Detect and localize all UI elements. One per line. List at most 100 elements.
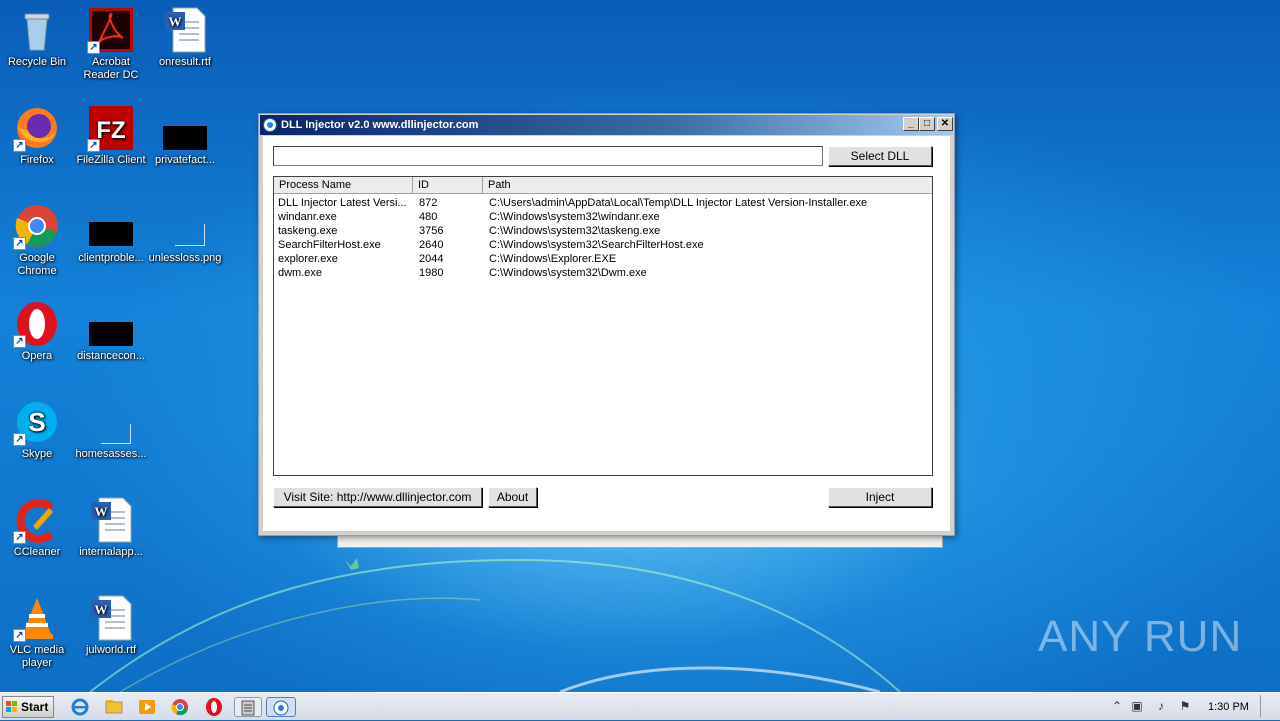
desktop-icon-label: Recycle Bin [7, 56, 67, 68]
visit-site-button[interactable]: Visit Site: http://www.dllinjector.com [273, 487, 482, 507]
windows-logo-icon [6, 701, 17, 712]
process-row[interactable]: windanr.exe 480 C:\Windows\system32\windan… [274, 210, 932, 224]
taskbar-app-icon[interactable] [234, 697, 262, 717]
anyrun-watermark: ANY RUN [1038, 612, 1243, 661]
column-header-process-name[interactable]: Process Name [274, 177, 413, 194]
start-button[interactable]: Start [2, 696, 54, 718]
svg-text:FZ: FZ [96, 117, 125, 144]
media-player-icon[interactable] [137, 697, 157, 717]
process-name-cell: taskeng.exe [278, 225, 338, 237]
desktop-icon-label: internalapp... [79, 546, 143, 558]
desktop-icon-skype[interactable]: S ↗ Skype [0, 398, 74, 461]
minimize-button[interactable]: _ [903, 117, 919, 131]
shortcut-arrow-icon: ↗ [87, 41, 100, 54]
ccleaner-icon: ↗ [13, 496, 61, 544]
desktop-icon-label: distancecon... [77, 350, 145, 362]
process-id-cell: 3756 [419, 225, 444, 237]
shortcut-arrow-icon: ↗ [13, 139, 26, 152]
desktop-icon-onresult[interactable]: W onresult.rtf [148, 6, 222, 69]
process-path-cell: C:\Windows\system32\taskeng.exe [489, 225, 661, 237]
clock[interactable]: 1:30 PM [1208, 701, 1249, 713]
desktop-icon-julworld[interactable]: W julworld.rtf [74, 594, 148, 657]
file-explorer-icon[interactable] [104, 697, 124, 717]
desktop-icon-label: julworld.rtf [85, 644, 137, 656]
desktop-icon-filezilla[interactable]: FZ ↗ FileZilla Client [74, 104, 148, 167]
action-center-flag-icon[interactable]: ⚑ [1178, 699, 1192, 713]
shortcut-arrow-icon: ↗ [13, 335, 26, 348]
filezilla-icon: FZ ↗ [87, 104, 135, 152]
desktop-icon-label: VLC media player [9, 644, 65, 669]
shortcut-arrow-icon: ↗ [13, 629, 26, 642]
desktop-icon-label: Skype [21, 448, 53, 460]
app-icon [263, 118, 277, 132]
maximize-button[interactable]: □ [919, 117, 935, 131]
skype-icon: S ↗ [13, 398, 61, 446]
process-row[interactable]: DLL Injector Latest Versi... 872 C:\Users\… [274, 196, 932, 210]
desktop-icon-label: onresult.rtf [159, 56, 211, 68]
process-path-cell: C:\Windows\system32\SearchFilterHost.exe [489, 239, 704, 251]
process-row[interactable]: taskeng.exe 3756 C:\Windows\system32\taske… [274, 224, 932, 238]
desktop-icon-unlessloss[interactable]: unlessloss.png [148, 202, 222, 265]
show-hidden-icons-button[interactable]: ⌃ [1110, 699, 1124, 713]
title-bar[interactable]: DLL Injector v2.0 www.dllinjector.com _ … [260, 115, 953, 135]
process-row[interactable]: dwm.exe 1980 C:\Windows\system32\Dwm.exe [274, 266, 932, 280]
svg-text:W: W [169, 14, 182, 29]
desktop-icon-firefox[interactable]: ↗ Firefox [0, 104, 74, 167]
opera-icon[interactable] [204, 697, 224, 717]
dll-injector-taskbar-button[interactable] [266, 697, 296, 717]
process-id-cell: 1980 [419, 267, 444, 279]
file-thumbnail-icon [87, 398, 135, 446]
desktop-icon-label: homesasses... [75, 448, 147, 460]
taskbar: Start ⌃ ▣ ♪ ⚑ 1:30 PM [0, 692, 1280, 720]
volume-icon[interactable]: ♪ [1154, 699, 1168, 713]
desktop-icon-distancecon[interactable]: distancecon... [74, 300, 148, 363]
internet-explorer-icon[interactable] [70, 697, 90, 717]
word-document-icon: W [161, 6, 209, 54]
desktop-icon-privatefact[interactable]: privatefact... [148, 104, 222, 167]
dll-injector-window[interactable]: DLL Injector v2.0 www.dllinjector.com _ … [258, 113, 955, 536]
desktop-icon-label: unlessloss.png [148, 252, 222, 264]
close-button[interactable]: ✕ [937, 117, 953, 131]
file-thumbnail-icon [87, 202, 135, 250]
network-icon[interactable]: ▣ [1130, 699, 1144, 713]
desktop-icon-label: Google Chrome [17, 252, 57, 277]
show-desktop-button[interactable] [1260, 695, 1278, 717]
chrome-icon: ↗ [13, 202, 61, 250]
desktop-icon-chrome[interactable]: ↗ Google Chrome [0, 202, 74, 278]
shortcut-arrow-icon: ↗ [13, 531, 26, 544]
desktop-icon-internalapp[interactable]: W internalapp... [74, 496, 148, 559]
file-thumbnail-icon [161, 202, 209, 250]
process-name-cell: dwm.exe [278, 267, 323, 279]
dll-path-input[interactable] [273, 146, 823, 166]
recycle-bin-icon [13, 6, 61, 54]
process-name-cell: explorer.exe [278, 253, 338, 265]
shortcut-arrow-icon: ↗ [13, 237, 26, 250]
desktop-icon-label: CCleaner [13, 546, 61, 558]
desktop-icon-acrobat[interactable]: ↗ Acrobat Reader DC [74, 6, 148, 82]
file-thumbnail-icon [87, 300, 135, 348]
desktop-icon-homesasses[interactable]: homesasses... [74, 398, 148, 461]
file-thumbnail-icon [161, 104, 209, 152]
desktop: Recycle Bin ↗ Firefox ↗ Google Chrome ↗ … [0, 0, 1280, 692]
firefox-icon: ↗ [13, 104, 61, 152]
desktop-icon-ccleaner[interactable]: ↗ CCleaner [0, 496, 74, 559]
process-id-cell: 2044 [419, 253, 444, 265]
desktop-icon-label: clientproble... [78, 252, 144, 264]
shortcut-arrow-icon: ↗ [87, 139, 100, 152]
process-path-cell: C:\Users\admin\AppData\Local\Temp\DLL In… [489, 197, 868, 209]
chrome-icon[interactable] [170, 697, 190, 717]
process-row[interactable]: SearchFilterHost.exe 2640 C:\Windows\syste… [274, 238, 932, 252]
desktop-icon-clientproble[interactable]: clientproble... [74, 202, 148, 265]
process-list[interactable]: Process Name ID Path DLL Injector Latest… [273, 176, 933, 476]
column-header-path[interactable]: Path [483, 177, 932, 194]
desktop-icon-recycle-bin[interactable]: Recycle Bin [0, 6, 74, 69]
select-dll-button[interactable]: Select DLL [828, 146, 932, 166]
desktop-icon-label: privatefact... [155, 154, 215, 166]
process-row[interactable]: explorer.exe 2044 C:\Windows\Explorer.EXE [274, 252, 932, 266]
inject-button[interactable]: Inject [828, 487, 932, 507]
about-button[interactable]: About [488, 487, 537, 507]
desktop-icon-opera[interactable]: ↗ Opera [0, 300, 74, 363]
word-document-icon: W [87, 594, 135, 642]
column-header-id[interactable]: ID [413, 177, 483, 194]
desktop-icon-vlc[interactable]: ↗ VLC media player [0, 594, 74, 670]
